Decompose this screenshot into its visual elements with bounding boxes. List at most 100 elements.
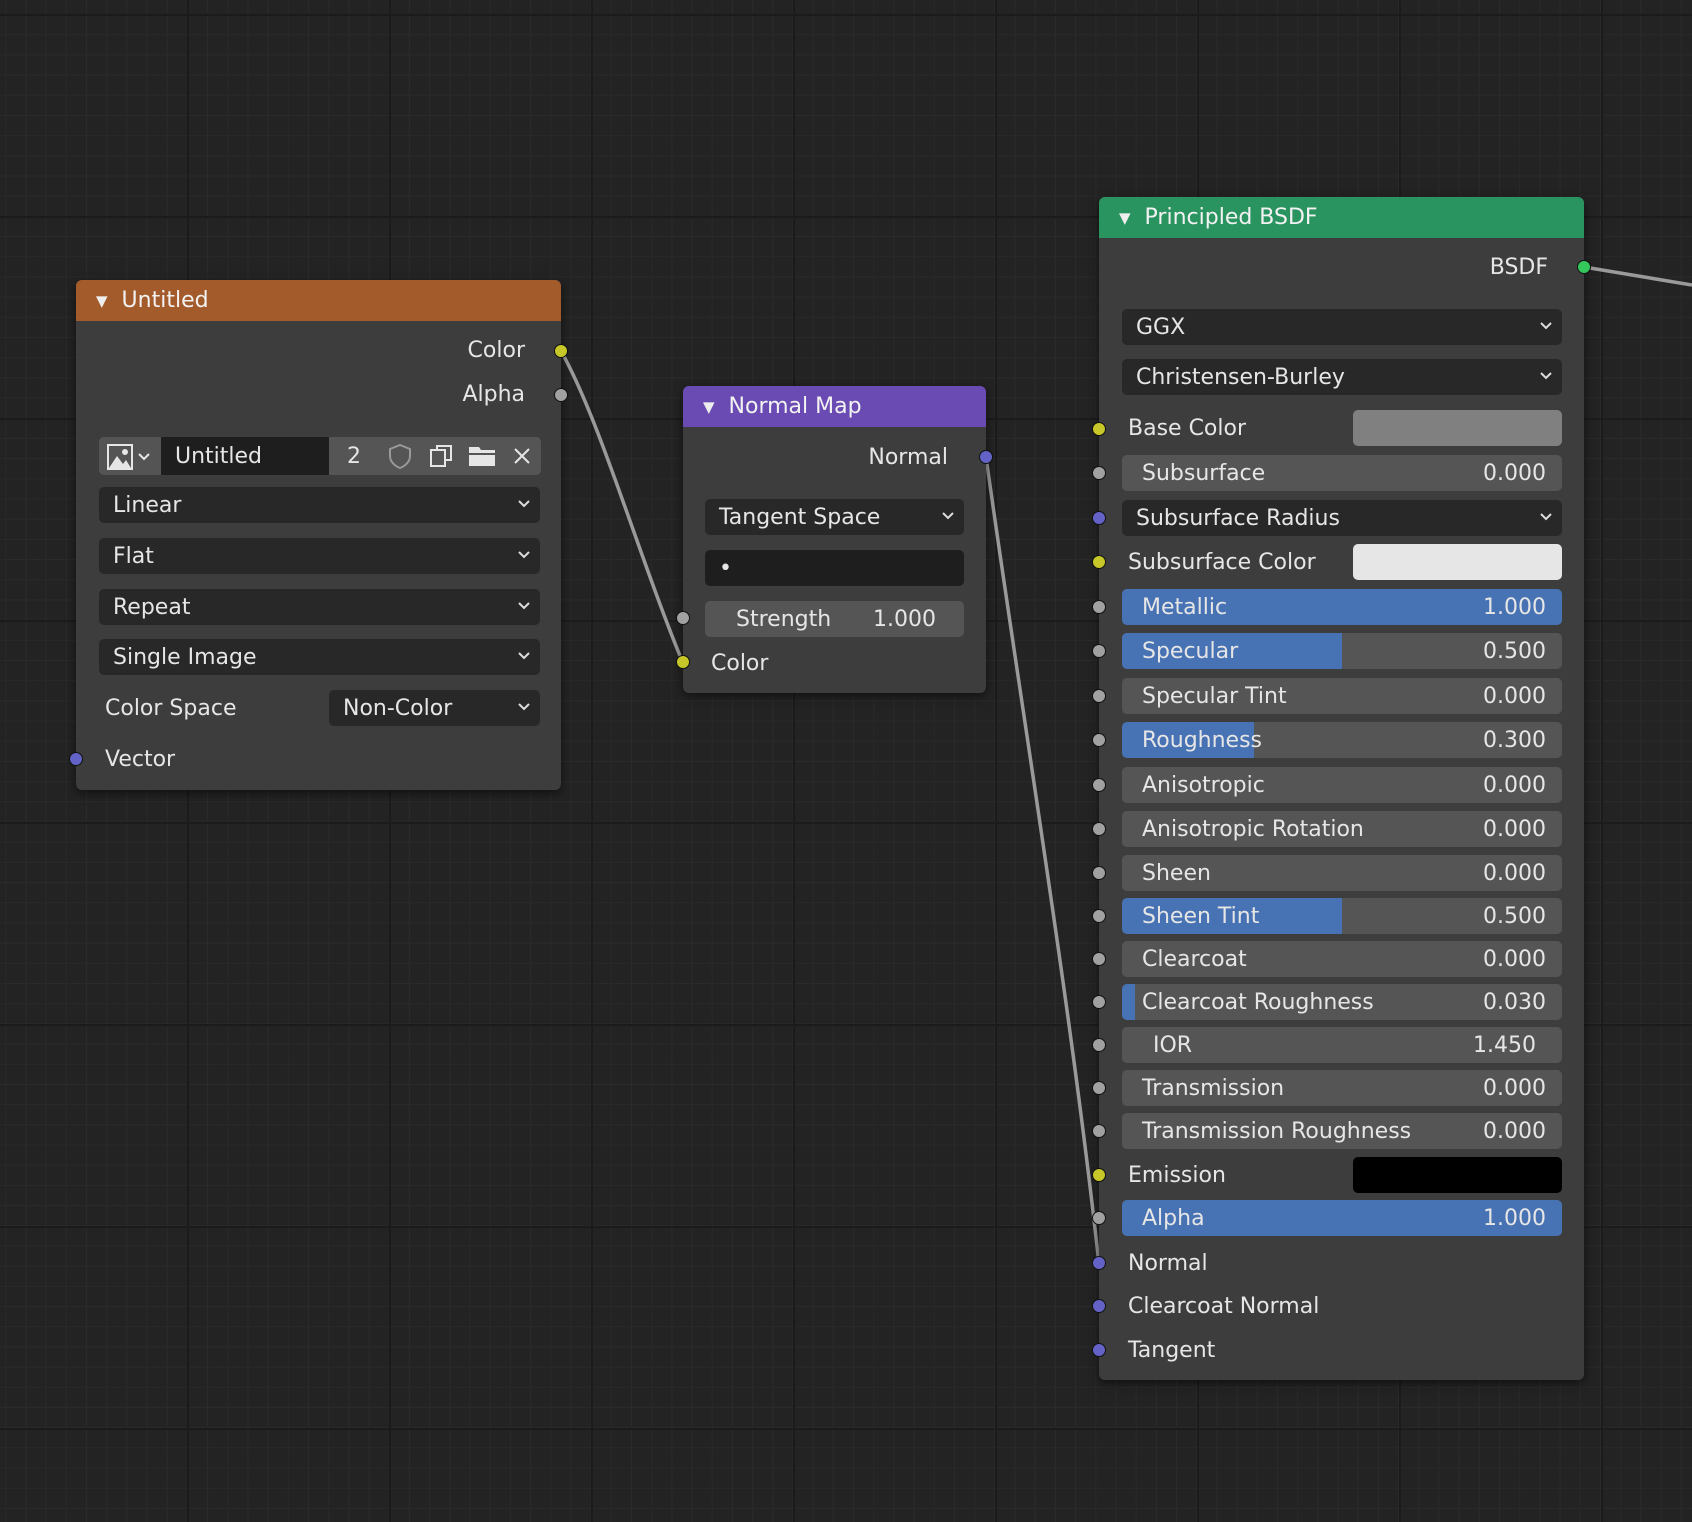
clearcoat-slider[interactable]: Clearcoat 0.000 — [1122, 941, 1562, 977]
normal-map-node[interactable]: ▼ Normal Map Normal Tangent Space • Stre… — [683, 386, 986, 693]
open-image-button[interactable] — [463, 437, 501, 475]
source-dropdown[interactable]: Single Image — [99, 639, 540, 675]
transmission-slider[interactable]: Transmission 0.000 — [1122, 1070, 1562, 1106]
sheen-slider[interactable]: Sheen 0.000 — [1122, 855, 1562, 891]
specular-tint-slider[interactable]: Specular Tint 0.000 — [1122, 678, 1562, 714]
duplicate-icon — [430, 445, 452, 467]
duplicate-image-button[interactable] — [421, 437, 461, 475]
transmission-socket[interactable] — [1092, 1081, 1106, 1095]
bsdf-node-header[interactable]: ▼ Principled BSDF — [1099, 197, 1584, 238]
clearcoat-normal-input-label: Clearcoat Normal — [1128, 1293, 1320, 1319]
color-space-dropdown[interactable]: Non-Color — [329, 690, 540, 726]
base-color-swatch[interactable] — [1353, 410, 1562, 446]
sheen-tint-socket[interactable] — [1092, 909, 1106, 923]
fake-user-button[interactable] — [379, 437, 419, 475]
subsurface-radius-socket[interactable] — [1092, 511, 1106, 525]
chevron-down-icon — [1540, 513, 1552, 521]
chevron-down-icon — [518, 703, 530, 711]
anisotropic-slider[interactable]: Anisotropic 0.000 — [1122, 767, 1562, 803]
specular-slider[interactable]: Specular 0.500 — [1122, 633, 1562, 669]
clearcoat-roughness-socket[interactable] — [1092, 995, 1106, 1009]
image-node-header[interactable]: ▼ Untitled — [76, 280, 561, 321]
vector-input-label: Vector — [105, 746, 176, 772]
normal-input-socket[interactable] — [1092, 1256, 1106, 1270]
color-input-socket[interactable] — [676, 655, 690, 669]
clearcoat-socket[interactable] — [1092, 952, 1106, 966]
sheen-socket[interactable] — [1092, 866, 1106, 880]
roughness-socket[interactable] — [1092, 733, 1106, 747]
output-color-label: Color — [467, 337, 525, 363]
color-space-label: Color Space — [105, 695, 237, 721]
output-alpha-label: Alpha — [462, 381, 525, 407]
specular-socket[interactable] — [1092, 644, 1106, 658]
ior-field[interactable]: IOR 1.450 — [1122, 1027, 1562, 1063]
image-users-count[interactable]: 2 — [331, 437, 377, 475]
anisotropic-rotation-socket[interactable] — [1092, 822, 1106, 836]
anisotropic-socket[interactable] — [1092, 778, 1106, 792]
shield-icon — [389, 443, 411, 469]
metallic-socket[interactable] — [1092, 600, 1106, 614]
normal-map-node-header[interactable]: ▼ Normal Map — [683, 386, 986, 427]
clearcoat-roughness-slider[interactable]: Clearcoat Roughness 0.030 — [1122, 984, 1562, 1020]
subsurface-color-socket[interactable] — [1092, 555, 1106, 569]
image-color-output-socket[interactable] — [554, 344, 568, 358]
subsurface-method-dropdown[interactable]: Christensen-Burley — [1122, 359, 1562, 395]
alpha-socket[interactable] — [1092, 1211, 1106, 1225]
collapse-triangle-icon[interactable]: ▼ — [1119, 209, 1131, 227]
image-texture-node[interactable]: ▼ Untitled Color Alpha Untitled 2 Linear… — [76, 280, 561, 790]
normal-map-output-socket[interactable] — [979, 450, 993, 464]
base-color-socket[interactable] — [1092, 422, 1106, 436]
extension-dropdown[interactable]: Repeat — [99, 589, 540, 625]
chevron-down-icon — [942, 512, 954, 520]
strength-slider[interactable]: Strength 1.000 — [705, 601, 964, 637]
chevron-down-icon — [1540, 372, 1552, 380]
interpolation-dropdown[interactable]: Linear — [99, 487, 540, 523]
emission-socket[interactable] — [1092, 1168, 1106, 1182]
close-icon — [514, 448, 530, 464]
unlink-image-button[interactable] — [503, 437, 541, 475]
emission-label: Emission — [1128, 1162, 1226, 1188]
subsurface-slider[interactable]: Subsurface 0.000 — [1122, 455, 1562, 491]
image-icon — [107, 444, 133, 470]
subsurface-color-swatch[interactable] — [1353, 544, 1562, 580]
tangent-input-label: Tangent — [1128, 1337, 1216, 1363]
chevron-down-icon — [1540, 322, 1552, 330]
normal-output-label: Normal — [868, 444, 948, 470]
emission-color-swatch[interactable] — [1353, 1157, 1562, 1193]
distribution-dropdown[interactable]: GGX — [1122, 309, 1562, 345]
subsurface-socket[interactable] — [1092, 466, 1106, 480]
transmission-roughness-socket[interactable] — [1092, 1124, 1106, 1138]
collapse-triangle-icon[interactable]: ▼ — [96, 292, 108, 310]
transmission-roughness-slider[interactable]: Transmission Roughness 0.000 — [1122, 1113, 1562, 1149]
ior-socket[interactable] — [1092, 1038, 1106, 1052]
folder-icon — [469, 447, 495, 466]
principled-bsdf-node[interactable]: ▼ Principled BSDF BSDF GGX Christensen-B… — [1099, 197, 1584, 1380]
image-datablock-selector[interactable]: Untitled 2 — [99, 437, 541, 475]
clearcoat-normal-socket[interactable] — [1092, 1299, 1106, 1313]
sheen-tint-slider[interactable]: Sheen Tint 0.500 — [1122, 898, 1562, 934]
anisotropic-rotation-slider[interactable]: Anisotropic Rotation 0.000 — [1122, 811, 1562, 847]
image-alpha-output-socket[interactable] — [554, 388, 568, 402]
base-color-label: Base Color — [1128, 415, 1247, 441]
image-browse-button[interactable] — [99, 437, 159, 475]
tangent-socket[interactable] — [1092, 1343, 1106, 1357]
collapse-triangle-icon[interactable]: ▼ — [703, 398, 715, 416]
subsurface-radius-dropdown[interactable]: Subsurface Radius — [1122, 500, 1562, 536]
metallic-slider[interactable]: Metallic 1.000 — [1122, 589, 1562, 625]
strength-input-socket[interactable] — [676, 611, 690, 625]
projection-dropdown[interactable]: Flat — [99, 538, 540, 574]
alpha-slider[interactable]: Alpha 1.000 — [1122, 1200, 1562, 1236]
link-color-to-normalmap — [559, 350, 685, 664]
specular-tint-socket[interactable] — [1092, 689, 1106, 703]
bsdf-output-socket[interactable] — [1577, 260, 1591, 274]
image-vector-input-socket[interactable] — [69, 752, 83, 766]
roughness-slider[interactable]: Roughness 0.300 — [1122, 722, 1562, 758]
normal-input-label: Normal — [1128, 1250, 1208, 1276]
chevron-down-icon — [518, 500, 530, 508]
node-title: Normal Map — [728, 394, 862, 419]
uv-map-field[interactable]: • — [705, 550, 964, 586]
subsurface-color-label: Subsurface Color — [1128, 549, 1316, 575]
space-dropdown[interactable]: Tangent Space — [705, 499, 964, 535]
image-name-field[interactable]: Untitled — [161, 437, 329, 475]
chevron-down-icon — [518, 602, 530, 610]
